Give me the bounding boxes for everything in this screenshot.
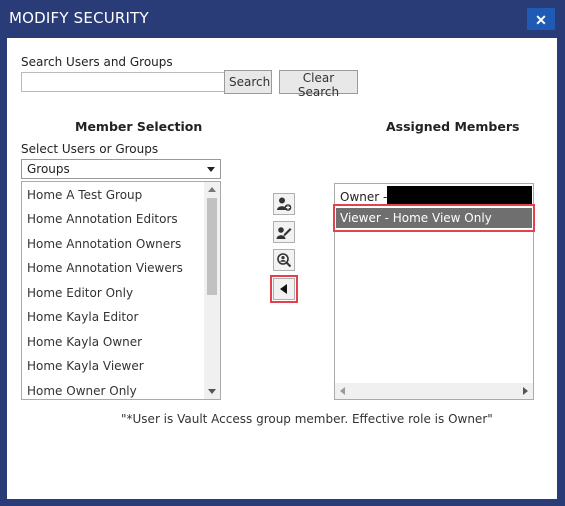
chevron-down-icon — [207, 167, 215, 172]
assigned-member-viewer[interactable]: Viewer - Home View Only — [336, 208, 532, 228]
dialog-title: MODIFY SECURITY — [9, 9, 149, 27]
remove-left-arrow-icon — [280, 284, 287, 294]
footnote: "*User is Vault Access group member. Eff… — [121, 412, 493, 426]
scroll-thumb[interactable] — [207, 198, 217, 295]
list-item[interactable]: Home A Test Group — [27, 185, 142, 205]
select-users-groups-label: Select Users or Groups — [21, 142, 159, 156]
redacted-name — [387, 186, 532, 206]
assigned-members-scrollbar[interactable] — [335, 383, 533, 399]
modify-security-dialog: MODIFY SECURITY ✕ Search Users and Group… — [0, 0, 565, 506]
list-item[interactable]: Home Annotation Viewers — [27, 258, 183, 278]
select-value: Groups — [27, 162, 70, 176]
find-member-button[interactable] — [273, 249, 295, 271]
dialog-body: Search Users and Groups Search Clear Sea… — [7, 38, 557, 499]
list-item[interactable]: Home Annotation Owners — [27, 234, 181, 254]
scroll-down-icon[interactable] — [208, 389, 216, 394]
list-item[interactable]: Home Kayla Owner — [27, 332, 142, 352]
clear-search-button[interactable]: Clear Search — [279, 70, 358, 99]
search-user-icon — [277, 253, 292, 268]
member-list[interactable]: Home A Test Group Home Annotation Editor… — [21, 181, 221, 400]
assigned-members-heading: Assigned Members — [386, 119, 520, 134]
list-item[interactable]: Home Editor Only — [27, 283, 133, 303]
assigned-members-list[interactable]: Owner - Viewer - Home View Only — [334, 183, 534, 400]
list-item[interactable]: Home Annotation Editors — [27, 209, 178, 229]
list-item[interactable]: Home Kayla Editor — [27, 307, 138, 327]
scroll-right-icon[interactable] — [523, 387, 528, 395]
member-list-scrollbar[interactable] — [204, 182, 220, 399]
search-label: Search Users and Groups — [21, 55, 173, 69]
edit-member-button[interactable] — [273, 221, 295, 243]
dialog-titlebar: MODIFY SECURITY ✕ — [0, 0, 565, 38]
users-groups-select[interactable]: Groups — [21, 159, 221, 179]
remove-member-button[interactable] — [273, 278, 295, 300]
search-button[interactable]: Search — [224, 70, 272, 94]
edit-user-icon — [276, 227, 292, 239]
scroll-left-icon[interactable] — [340, 387, 345, 395]
list-item[interactable]: Home Owner Only — [27, 381, 137, 399]
scroll-up-icon[interactable] — [208, 187, 216, 192]
member-selection-heading: Member Selection — [75, 119, 203, 134]
add-member-button[interactable] — [273, 193, 295, 215]
add-user-icon — [277, 197, 292, 211]
search-input[interactable] — [21, 72, 225, 92]
close-button[interactable]: ✕ — [527, 8, 555, 30]
assigned-member-owner[interactable]: Owner - — [340, 188, 387, 206]
list-item[interactable]: Home Kayla Viewer — [27, 356, 144, 376]
